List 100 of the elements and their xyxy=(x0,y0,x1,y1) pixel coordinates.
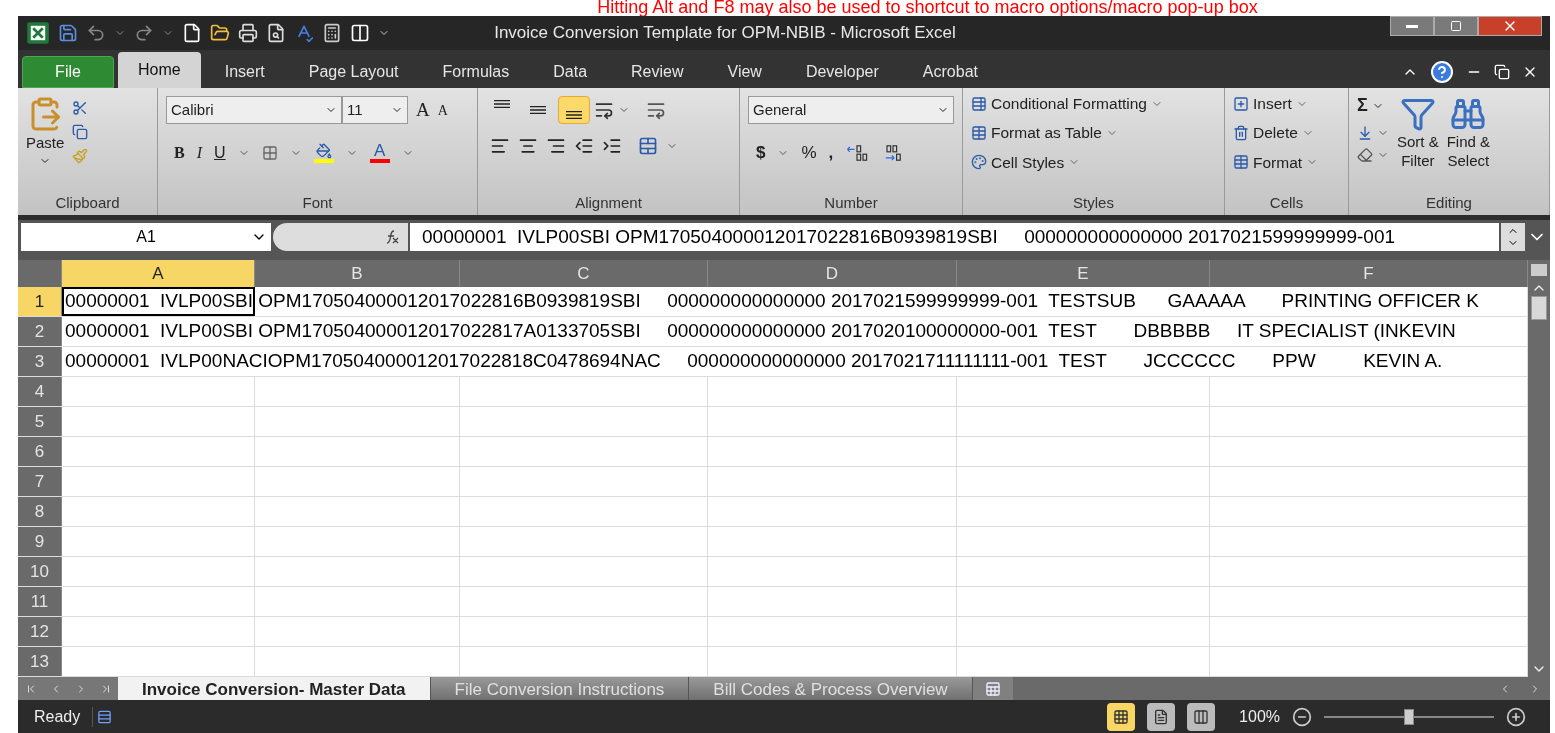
zoom-slider-thumb[interactable] xyxy=(1404,708,1414,725)
increase-indent-icon[interactable] xyxy=(602,136,622,156)
restore-icon[interactable] xyxy=(1494,64,1510,80)
italic-button[interactable]: I xyxy=(196,140,202,165)
cell-text: 00000001 IVLP00NACIOPM170504000012017022818C0478694NAC 000000000000000 2017021711111111-001 TEST JCCCCCC PPW KEVIN A. xyxy=(62,347,1443,376)
eraser-icon[interactable] xyxy=(1357,147,1373,163)
row-header[interactable]: 5 xyxy=(18,407,62,436)
maximize-button[interactable] xyxy=(1434,16,1478,36)
print-preview-icon[interactable] xyxy=(266,23,286,43)
view-button[interactable] xyxy=(1147,702,1176,731)
cell-text: 00000001 IVLP00SBI OPM170504000012017022817A0133705SBI 000000000000000 2017020100000000-001 TEST DBBBBB IT SPECIALIST (INKEVIN xyxy=(62,317,1456,346)
redo-icon[interactable] xyxy=(134,23,154,43)
underline-button[interactable]: U xyxy=(214,140,226,165)
printer-icon[interactable] xyxy=(238,23,258,43)
ribbon-tab[interactable]: Review xyxy=(611,56,704,88)
row-header[interactable]: 9 xyxy=(18,527,62,556)
group-label: Clipboard xyxy=(55,192,120,213)
sheet-tab[interactable]: Invoice Conversion- Master Data xyxy=(118,677,431,700)
shrink-font-button[interactable]: A xyxy=(437,99,448,121)
zoom-in-icon[interactable] xyxy=(1506,706,1526,727)
new-file-icon[interactable] xyxy=(182,23,202,43)
currency-button[interactable]: $ xyxy=(756,140,766,166)
bold-button[interactable]: B xyxy=(174,140,185,165)
align-left-icon[interactable] xyxy=(490,136,510,156)
row-header[interactable]: 4 xyxy=(18,377,62,406)
undo-icon[interactable] xyxy=(86,23,106,43)
save-icon[interactable] xyxy=(58,23,78,43)
align-lines-icon xyxy=(494,100,510,108)
excel-logo-icon xyxy=(26,21,50,45)
formula-field[interactable]: 00000001 IVLP00SBI OPM170504000012017022816B0939819SBI 000000000000000 2017021599999999-001 xyxy=(410,223,1499,251)
row-header[interactable]: 11 xyxy=(18,587,62,616)
function-icon[interactable] xyxy=(384,229,400,245)
percent-button[interactable]: % xyxy=(801,140,817,166)
fill-color-icon[interactable] xyxy=(315,142,332,159)
cells-button[interactable]: Delete xyxy=(1233,121,1340,145)
ribbon-tab[interactable]: Acrobat xyxy=(902,56,998,88)
styles-button[interactable]: Format as Table xyxy=(971,121,1216,145)
ribbon-tab[interactable]: Page Layout xyxy=(288,56,419,88)
styles-icon xyxy=(971,95,987,112)
row-header[interactable]: 1 xyxy=(18,287,62,316)
styles-button[interactable]: Cell Styles xyxy=(971,150,1216,174)
decrease-indent-icon[interactable] xyxy=(574,136,594,156)
columns-icon[interactable] xyxy=(350,23,370,43)
number-format-field[interactable]: General xyxy=(748,96,954,124)
group-label: Styles xyxy=(1073,192,1114,213)
merge-icon[interactable] xyxy=(638,136,658,156)
help-icon[interactable] xyxy=(1430,60,1454,84)
cut-icon[interactable] xyxy=(72,100,89,116)
scrollbar-thumb[interactable] xyxy=(1531,296,1547,320)
row-header[interactable]: 8 xyxy=(18,497,62,526)
font-color-button[interactable]: A xyxy=(369,142,390,163)
row-header[interactable]: 7 xyxy=(18,467,62,496)
ribbon-tab[interactable]: Home xyxy=(118,52,201,88)
ribbon-tab[interactable]: Developer xyxy=(785,56,899,88)
editing-button[interactable]: Sort & Filter xyxy=(1397,96,1439,170)
row-header[interactable]: 13 xyxy=(18,647,62,676)
ribbon-tab[interactable]: File xyxy=(22,56,114,88)
cells-button[interactable]: Format xyxy=(1233,150,1340,174)
paste-button[interactable]: Paste xyxy=(26,96,65,167)
ribbon-tab[interactable]: Formulas xyxy=(422,56,530,88)
ribbon-tab[interactable]: Data xyxy=(533,56,608,88)
ribbon-tab[interactable]: View xyxy=(707,56,782,88)
align-button[interactable] xyxy=(558,96,590,124)
folder-icon[interactable] xyxy=(210,23,230,43)
ribbon-tab[interactable]: Insert xyxy=(204,56,285,88)
cells-icon xyxy=(1233,95,1249,112)
view-button[interactable] xyxy=(1187,702,1216,731)
fill-icon[interactable] xyxy=(1357,125,1373,141)
minimize-button[interactable] xyxy=(1390,16,1434,36)
row-header[interactable]: 2 xyxy=(18,317,62,346)
wrap-text-icon[interactable] xyxy=(646,100,666,120)
column-header[interactable]: A xyxy=(62,260,255,287)
new-sheet-button[interactable] xyxy=(972,677,1013,700)
zoom-level: 100% xyxy=(1239,706,1280,727)
funnel-icon xyxy=(1399,96,1436,132)
comma-button[interactable]: , xyxy=(828,140,834,166)
row-header[interactable]: 3 xyxy=(18,347,62,376)
font-size-field[interactable]: 11 xyxy=(342,96,408,125)
view-button[interactable] xyxy=(1107,702,1136,731)
styles-button[interactable]: Conditional Formatting xyxy=(971,92,1216,116)
font-name-field[interactable]: Calibri xyxy=(166,96,342,125)
align-right-icon[interactable] xyxy=(546,136,566,156)
cells-button[interactable]: Insert xyxy=(1233,92,1340,116)
cells-icon xyxy=(1233,124,1249,141)
name-box[interactable]: A1 xyxy=(21,223,271,251)
grow-font-button[interactable]: A xyxy=(416,96,430,125)
zoom-out-icon[interactable] xyxy=(1292,706,1312,727)
styles-icon xyxy=(971,124,987,141)
align-center-icon[interactable] xyxy=(518,136,538,156)
borders-icon[interactable] xyxy=(261,144,278,161)
group-label: Font xyxy=(302,192,333,213)
calculator-icon[interactable] xyxy=(322,23,342,43)
row-header[interactable]: 12 xyxy=(18,617,62,646)
copy-icon[interactable] xyxy=(72,124,89,140)
editing-button[interactable]: Find & Select xyxy=(1446,96,1491,170)
increase-decimal-icon[interactable] xyxy=(845,142,870,163)
row-header[interactable]: 10 xyxy=(18,557,62,586)
autosum-button[interactable]: Σ xyxy=(1357,92,1389,119)
group-label: Alignment xyxy=(575,192,642,213)
row-header[interactable]: 6 xyxy=(18,437,62,466)
